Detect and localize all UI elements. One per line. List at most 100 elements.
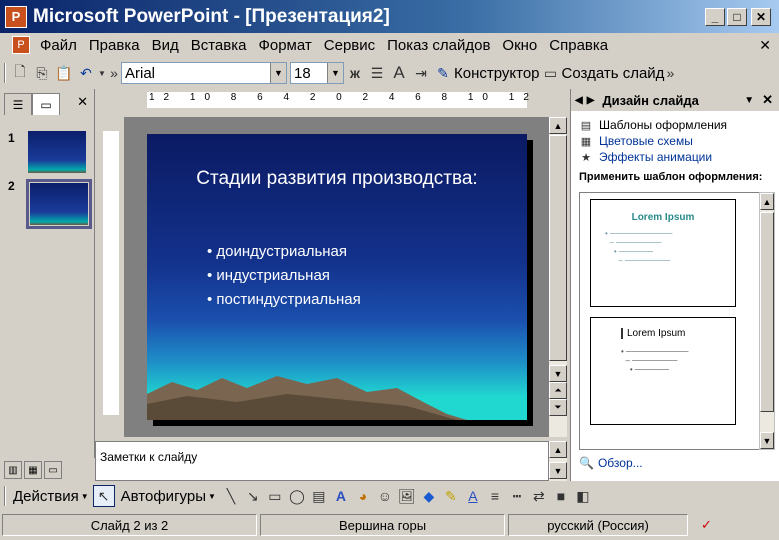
slide-thumb-row-2[interactable]: 2 [8, 179, 92, 229]
new-icon[interactable]: 🗋 [9, 62, 31, 84]
template-scrollbar[interactable]: ▲ ▼ [759, 192, 775, 450]
link-color-schemes[interactable]: ▦ Цветовые схемы [571, 133, 779, 149]
close-button[interactable]: ✕ [751, 8, 771, 26]
pane-close-icon[interactable]: ✕ [77, 94, 88, 110]
slide-thumb-row-1[interactable]: 1 [8, 131, 86, 173]
link-label: Цветовые схемы [599, 134, 693, 148]
actions-menu[interactable]: Действия [13, 488, 79, 505]
menu-edit[interactable]: Правка [83, 37, 146, 54]
task-pane-header: ◀ ▶ Дизайн слайда ▼ ✕ [571, 89, 779, 111]
indent-icon[interactable]: ⇥ [410, 62, 432, 84]
line-color-icon[interactable]: ✎ [440, 485, 462, 507]
more-icon[interactable]: » [107, 62, 121, 84]
slideshow-view-icon[interactable]: ▭ [44, 461, 62, 479]
back-icon[interactable]: ◀ [575, 95, 583, 106]
scroll-up-icon[interactable]: ▲ [549, 441, 567, 458]
menu-slideshow[interactable]: Показ слайдов [381, 37, 496, 54]
powerpoint-app-icon[interactable]: P [5, 5, 27, 28]
diagram-icon[interactable]: ◕ [352, 485, 374, 507]
scroll-up-icon[interactable]: ▲ [760, 193, 774, 210]
actions-dropdown-icon[interactable]: ▼ [81, 492, 89, 501]
maximize-button[interactable]: □ [727, 8, 747, 26]
designer-icon[interactable]: ✎ [432, 62, 454, 84]
spelling-icon[interactable]: ✓ [691, 514, 771, 536]
notes-scrollbar[interactable]: ▲ ▼ [549, 441, 567, 481]
browse-link[interactable]: 🔍 Обзор... [579, 456, 643, 470]
minimize-button[interactable]: _ [705, 8, 725, 26]
new-slide-button[interactable]: Создать слайд [562, 65, 665, 82]
arrow-icon[interactable]: ↘ [242, 485, 264, 507]
scroll-thumb[interactable] [549, 135, 567, 361]
arrow-style-icon[interactable]: ⇄ [528, 485, 550, 507]
scroll-down-icon[interactable]: ▼ [760, 432, 774, 449]
menu-view[interactable]: Вид [146, 37, 185, 54]
wordart-icon[interactable]: A [330, 485, 352, 507]
undo-icon[interactable]: ↶ [75, 62, 97, 84]
select-pointer-icon[interactable]: ↖ [92, 485, 115, 507]
forward-icon[interactable]: ▶ [587, 95, 595, 106]
slide-thumbnail[interactable] [30, 183, 88, 225]
template-thumbnail[interactable]: Lorem Ipsum • ─────────── – ──────── • ─… [590, 199, 736, 307]
pane-close-icon[interactable]: ✕ [762, 92, 773, 108]
font-combo[interactable]: Arial ▼ [121, 62, 287, 84]
link-design-templates[interactable]: ▤ Шаблоны оформления [571, 117, 779, 133]
document-icon[interactable]: P [12, 36, 30, 54]
menu-bar: P Файл Правка Вид Вставка Формат Сервис … [0, 33, 779, 57]
doc-close-icon[interactable]: ✕ [759, 37, 771, 54]
sorter-view-icon[interactable]: ▦ [24, 461, 42, 479]
link-animation-effects[interactable]: ★ Эффекты анимации [571, 149, 779, 165]
slide-number: 2 [8, 179, 15, 193]
autoshapes-dropdown-icon[interactable]: ▼ [208, 492, 216, 501]
tab-slides[interactable]: ▭ [32, 93, 60, 115]
undo-dropdown-icon[interactable]: ▼ [97, 62, 107, 84]
dash-style-icon[interactable]: ┅ [506, 485, 528, 507]
slide-scrollbar[interactable]: ▲ ▼ ⏶ ⏷ [549, 117, 567, 437]
menu-window[interactable]: Окно [496, 37, 543, 54]
normal-view-icon[interactable]: ▥ [4, 461, 22, 479]
scroll-up-icon[interactable]: ▲ [549, 117, 567, 134]
autoshapes-menu[interactable]: Автофигуры [121, 488, 206, 505]
bold-button[interactable]: ж [344, 62, 366, 84]
menu-help[interactable]: Справка [543, 37, 614, 54]
next-slide-icon[interactable]: ⏷ [549, 399, 567, 416]
font-size-combo[interactable]: 18 ▼ [290, 62, 344, 84]
new-slide-icon[interactable]: ▭ [540, 62, 562, 84]
font-grow-icon[interactable]: A [388, 62, 410, 84]
scroll-down-icon[interactable]: ▼ [549, 462, 567, 479]
3d-icon[interactable]: ◧ [572, 485, 594, 507]
textbox-icon[interactable]: ▤ [308, 485, 330, 507]
pane-menu-icon[interactable]: ▼ [744, 95, 754, 106]
scroll-down-icon[interactable]: ▼ [549, 365, 567, 382]
fill-color-icon[interactable]: ◆ [418, 485, 440, 507]
line-icon[interactable]: ╲ [220, 485, 242, 507]
menu-file[interactable]: Файл [34, 37, 83, 54]
line-style-icon[interactable]: ≡ [484, 485, 506, 507]
designer-button[interactable]: Конструктор [454, 65, 540, 82]
font-color-icon[interactable]: A [462, 485, 484, 507]
rectangle-icon[interactable]: ▭ [264, 485, 286, 507]
slide-thumbnail[interactable] [28, 131, 86, 173]
oval-icon[interactable]: ◯ [286, 485, 308, 507]
prev-slide-icon[interactable]: ⏶ [549, 382, 567, 399]
template-thumbnail[interactable]: Lorem Ipsum • ─────────── – ──────── • ─… [590, 317, 736, 425]
menu-insert[interactable]: Вставка [185, 37, 253, 54]
slide-body[interactable]: доиндустриальная индустриальная постинду… [207, 240, 360, 312]
paste-icon[interactable]: 📋 [53, 62, 75, 84]
template-title: Lorem Ipsum [621, 328, 735, 339]
menu-tools[interactable]: Сервис [318, 37, 381, 54]
shadow-icon[interactable]: ■ [550, 485, 572, 507]
toolbar-more-icon[interactable]: » [664, 62, 676, 84]
font-dropdown-icon[interactable]: ▼ [270, 63, 286, 83]
slide-title[interactable]: Стадии развития производства: [147, 168, 527, 190]
tab-outline[interactable]: ☰ [4, 93, 32, 115]
font-size-dropdown-icon[interactable]: ▼ [327, 63, 343, 83]
clipart-icon[interactable]: ☺ [374, 485, 396, 507]
copy-icon[interactable]: ⎘ [31, 62, 53, 84]
picture-icon[interactable]: 🖼 [396, 485, 418, 507]
bullets-icon[interactable]: ☰ [366, 62, 388, 84]
template-list: Lorem Ipsum • ─────────── – ──────── • ─… [579, 192, 766, 450]
slide-canvas[interactable]: Стадии развития производства: доиндустри… [147, 134, 527, 420]
menu-format[interactable]: Формат [252, 37, 317, 54]
scroll-thumb[interactable] [760, 212, 774, 412]
notes-area[interactable]: Заметки к слайду [95, 441, 549, 481]
